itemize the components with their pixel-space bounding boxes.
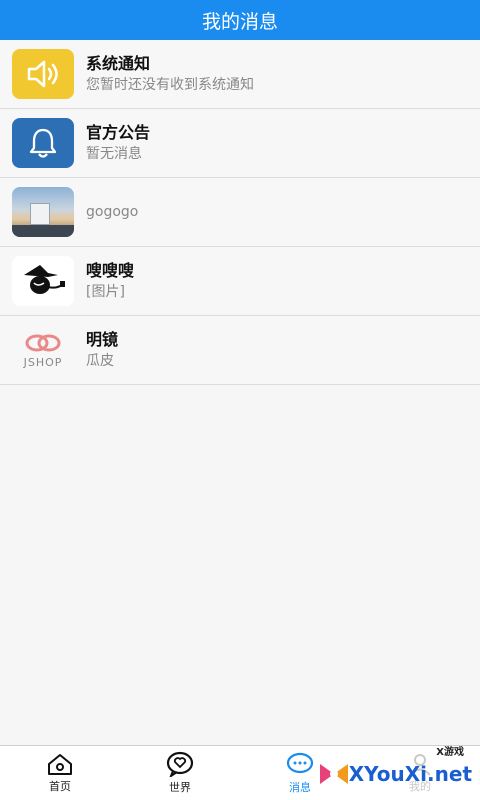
tab-home[interactable]: 首页	[0, 746, 120, 800]
message-item-system[interactable]: 系统通知 您暂时还没有收到系统通知	[0, 40, 480, 109]
message-title: 系统通知	[86, 54, 151, 73]
bell-icon	[12, 118, 74, 168]
message-subtitle: 您暂时还没有收到系统通知	[86, 77, 254, 93]
watermark-brand: XYouXi.net	[348, 762, 472, 786]
tab-world[interactable]: 世界	[120, 746, 240, 800]
message-list: 系统通知 您暂时还没有收到系统通知 官方公告 暂无消息 gogogo 嗖嗖嗖 […	[0, 40, 480, 385]
page-title: 我的消息	[201, 10, 278, 33]
page-header: 我的消息	[0, 0, 480, 40]
message-item-gogogo[interactable]: gogogo	[0, 178, 480, 247]
message-subtitle: [图片]	[86, 284, 125, 300]
message-item-sousousou[interactable]: 嗖嗖嗖 [图片]	[0, 247, 480, 316]
tab-label: 世界	[169, 781, 191, 794]
message-item-announcement[interactable]: 官方公告 暂无消息	[0, 109, 480, 178]
message-subtitle: gogogo	[86, 204, 139, 220]
message-item-mingjing[interactable]: JSHOP 明镜 瓜皮	[0, 316, 480, 385]
tab-label: 首页	[49, 780, 71, 793]
tab-label: 消息	[289, 781, 311, 794]
watermark-logo-icon	[320, 764, 348, 784]
message-icon	[286, 752, 314, 774]
message-title: 嗖嗖嗖	[86, 261, 135, 280]
heart-chat-icon	[166, 751, 194, 777]
message-title: 明镜	[86, 330, 119, 349]
message-subtitle: 瓜皮	[86, 353, 114, 369]
message-title: 官方公告	[86, 123, 151, 142]
speaker-icon	[12, 49, 74, 99]
home-icon	[48, 754, 72, 775]
jshop-logo-text: JSHOP	[23, 355, 63, 369]
jshop-logo: JSHOP	[12, 325, 74, 375]
message-subtitle: 暂无消息	[86, 146, 142, 162]
watermark-small-text: X游戏	[436, 747, 464, 758]
truck-photo-avatar	[12, 187, 74, 237]
witch-avatar	[12, 256, 74, 306]
